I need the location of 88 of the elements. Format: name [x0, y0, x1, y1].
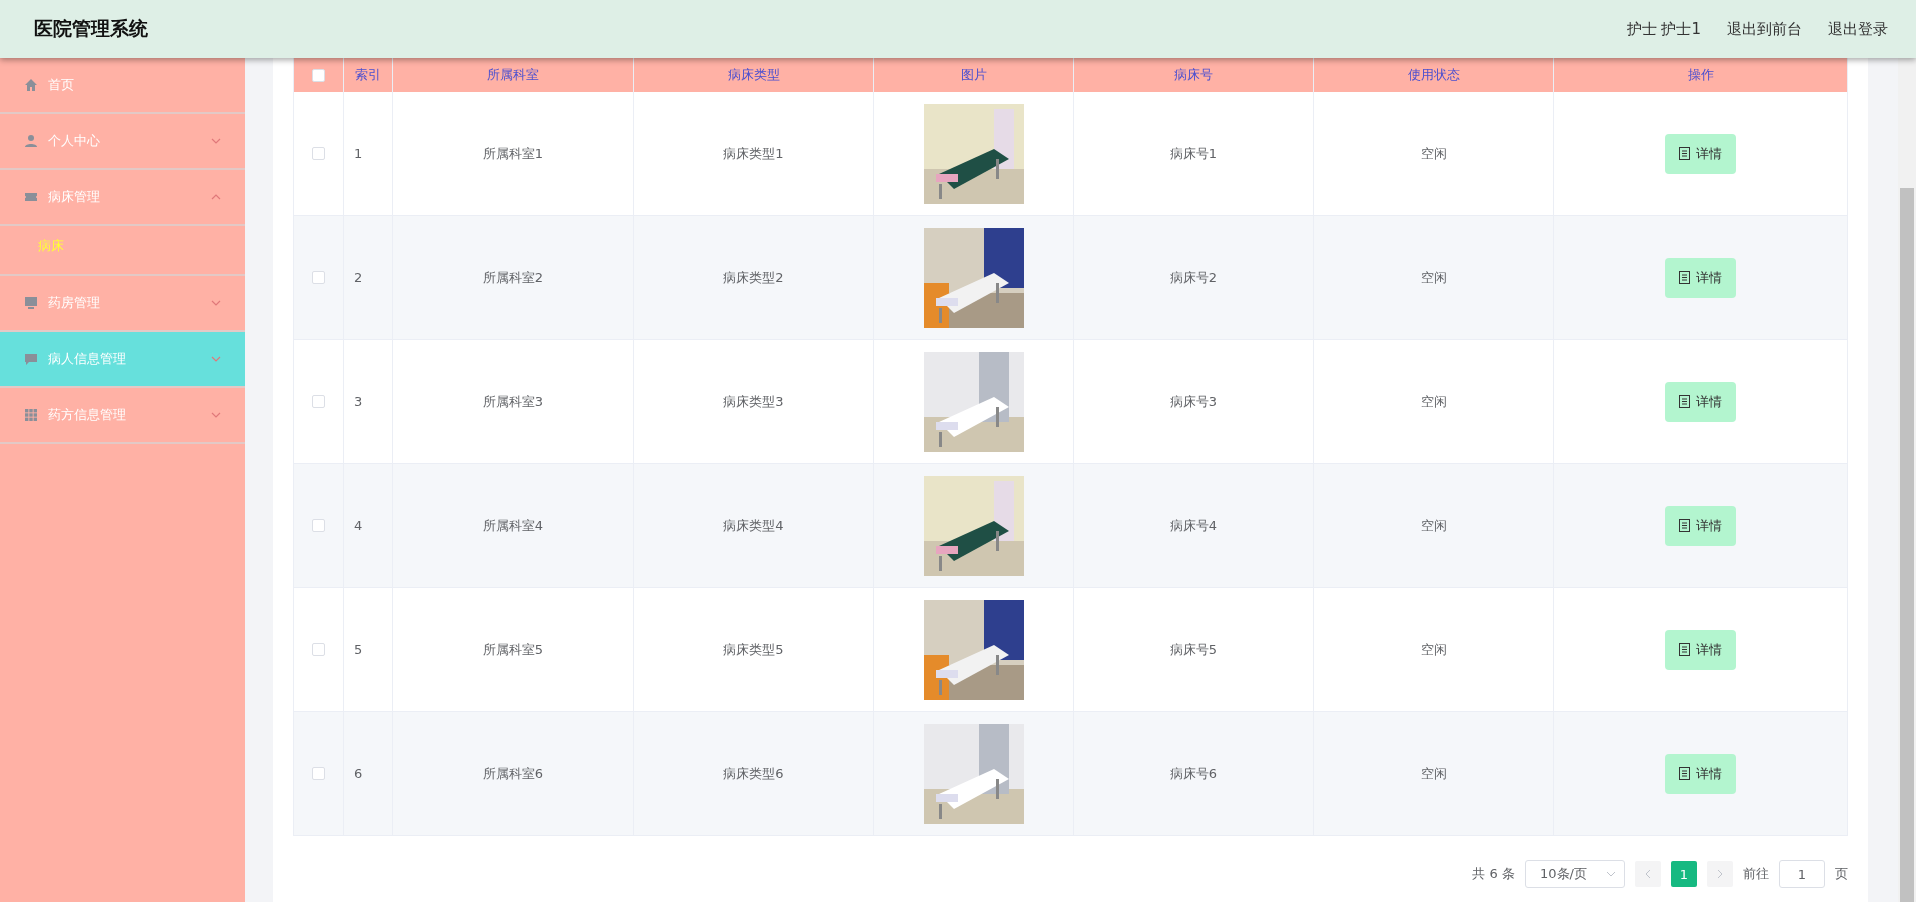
table-cell: 空闲 [1314, 588, 1554, 712]
ticket-icon [24, 190, 38, 204]
table-cell: 病床类型6 [634, 712, 874, 836]
grid-icon [24, 408, 38, 422]
document-icon [1679, 395, 1690, 408]
chevron-down-icon [211, 412, 221, 418]
home-icon [24, 78, 38, 92]
table-cell: 病床号1 [1074, 92, 1314, 216]
checkbox[interactable] [312, 68, 325, 82]
chevron-down-icon [1606, 871, 1616, 877]
document-icon [1679, 147, 1690, 160]
table-cell: 所属科室3 [393, 340, 634, 464]
page-suffix: 页 [1835, 865, 1848, 883]
table-cell: 空闲 [1314, 340, 1554, 464]
checkbox[interactable] [312, 519, 325, 532]
chevron-up-icon [211, 194, 221, 200]
checkbox[interactable] [312, 643, 325, 656]
column-header: 图片 [874, 58, 1074, 92]
table-cell: 空闲 [1314, 464, 1554, 588]
table-cell: 空闲 [1314, 216, 1554, 340]
table-cell: 病床号2 [1074, 216, 1314, 340]
chevron-down-icon [211, 300, 221, 306]
table-cell: 5 [344, 588, 393, 712]
menu-label: 首页 [48, 76, 75, 94]
table-cell: 空闲 [1314, 92, 1554, 216]
details-button[interactable]: 详情 [1665, 257, 1736, 298]
chevron-down-icon [211, 138, 221, 144]
document-icon [1679, 643, 1690, 656]
table-cell: 病床类型3 [634, 340, 874, 464]
header-link[interactable]: 护士 护士1 [1626, 19, 1701, 39]
column-header: 使用状态 [1314, 58, 1554, 92]
table-cell: 病床类型4 [634, 464, 874, 588]
table-cell: 6 [344, 712, 393, 836]
column-header: 索引 [344, 58, 393, 92]
chevron-right-icon [1717, 869, 1723, 879]
table-cell: 病床类型2 [634, 216, 874, 340]
details-button[interactable]: 详情 [1665, 629, 1736, 670]
table-cell: 所属科室6 [393, 712, 634, 836]
table-cell: 3 [344, 340, 393, 464]
table-cell: 2 [344, 216, 393, 340]
scrollbar[interactable] [1898, 58, 1916, 902]
table-cell: 1 [344, 92, 393, 216]
chat-icon [24, 352, 38, 366]
document-icon [1679, 519, 1690, 532]
document-icon [1679, 767, 1690, 780]
menu-label: 病床管理 [48, 188, 101, 206]
table-cell: 所属科室4 [393, 464, 634, 588]
details-button[interactable]: 详情 [1665, 753, 1736, 794]
monitor-icon [24, 296, 38, 310]
menu-label: 个人中心 [48, 132, 101, 150]
column-header: 病床类型 [634, 58, 874, 92]
details-button[interactable]: 详情 [1665, 133, 1736, 174]
header-link[interactable]: 退出登录 [1828, 19, 1888, 39]
details-button[interactable]: 详情 [1665, 381, 1736, 422]
chevron-down-icon [211, 356, 221, 362]
checkbox[interactable] [312, 395, 325, 408]
header-link[interactable]: 退出到前台 [1727, 19, 1802, 39]
next-page-button[interactable] [1707, 861, 1733, 887]
table-cell: 所属科室1 [393, 92, 634, 216]
table-cell: 空闲 [1314, 712, 1554, 836]
menu-label: 病人信息管理 [48, 350, 127, 368]
table-cell: 病床类型5 [634, 588, 874, 712]
goto-label: 前往 [1743, 865, 1769, 883]
table-cell: 病床号3 [1074, 340, 1314, 464]
checkbox[interactable] [312, 147, 325, 160]
previous-page-button[interactable] [1635, 861, 1661, 887]
app-title: 医院管理系统 [34, 16, 148, 41]
table-cell: 所属科室5 [393, 588, 634, 712]
details-button[interactable]: 详情 [1665, 505, 1736, 546]
page-size-select[interactable]: 10条/页 [1525, 860, 1625, 888]
table-cell: 病床号6 [1074, 712, 1314, 836]
table-cell: 病床类型1 [634, 92, 874, 216]
user-icon [24, 134, 38, 148]
page-input[interactable]: 1 [1779, 860, 1825, 888]
table-cell: 4 [344, 464, 393, 588]
table-cell: 所属科室2 [393, 216, 634, 340]
table-cell: 病床号5 [1074, 588, 1314, 712]
chevron-left-icon [1645, 869, 1651, 879]
checkbox[interactable] [312, 767, 325, 780]
column-header: 病床号 [1074, 58, 1314, 92]
column-header: 所属科室 [393, 58, 634, 92]
column-header: 操作 [1554, 58, 1848, 92]
menu-label: 药方信息管理 [48, 406, 127, 424]
checkbox[interactable] [312, 271, 325, 284]
document-icon [1679, 271, 1690, 284]
menu-label: 药房管理 [48, 294, 101, 312]
table-cell: 病床号4 [1074, 464, 1314, 588]
total-count: 共 6 条 [1472, 865, 1515, 883]
